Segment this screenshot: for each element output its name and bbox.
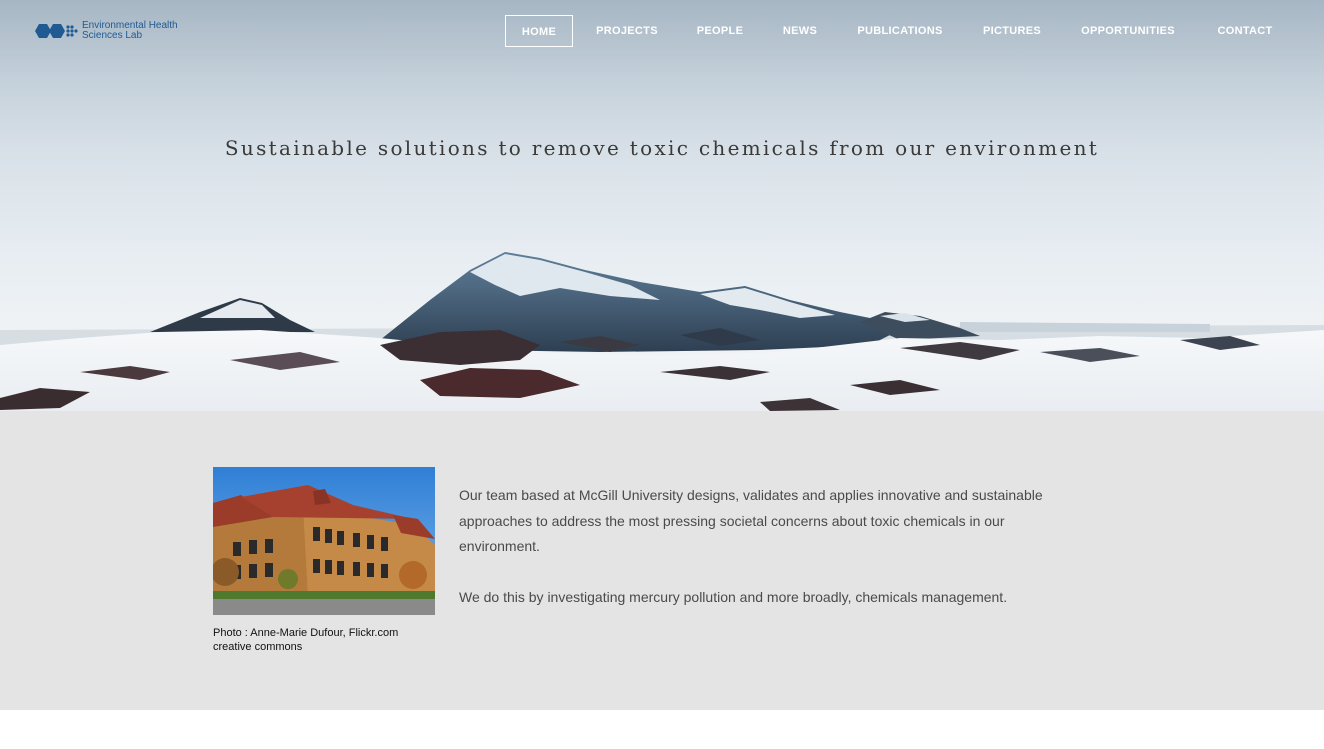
about-paragraph-1: Our team based at McGill University desi… [459,487,1043,554]
building-image [213,467,435,615]
hero-banner: Environmental Health Sciences Lab HOME P… [0,0,1324,411]
nav-opportunities[interactable]: OPPORTUNITIES [1077,15,1179,47]
nav-contact[interactable]: CONTACT [1210,15,1280,47]
about-paragraph-2: We do this by investigating mercury poll… [459,588,1008,605]
nav-publications[interactable]: PUBLICATIONS [852,15,948,47]
photo-caption: Photo : Anne-Marie Dufour, Flickr.com cr… [213,626,443,654]
about-section: Photo : Anne-Marie Dufour, Flickr.com cr… [0,411,1324,710]
nav-pictures[interactable]: PICTURES [979,15,1045,47]
logo-text: Environmental Health Sciences Lab [82,21,178,41]
nav-projects[interactable]: PROJECTS [591,15,663,47]
hero-tagline: Sustainable solutions to remove toxic ch… [224,136,1100,160]
mcgill-building-photo [213,467,435,615]
nav-home[interactable]: HOME [505,15,573,47]
lab-logo[interactable]: Environmental Health Sciences Lab [32,19,192,43]
caption-line-2: creative commons [213,641,303,653]
about-text: Our team based at McGill University desi… [459,483,1069,635]
snowy-mountains-image [0,0,1324,411]
molecule-logo-icon [35,24,78,38]
nav-news[interactable]: NEWS [777,15,823,47]
nav-people[interactable]: PEOPLE [690,15,750,47]
logo-line-2: Sciences Lab [82,30,143,41]
caption-line-1: Photo : Anne-Marie Dufour, Flickr.com [213,627,399,639]
